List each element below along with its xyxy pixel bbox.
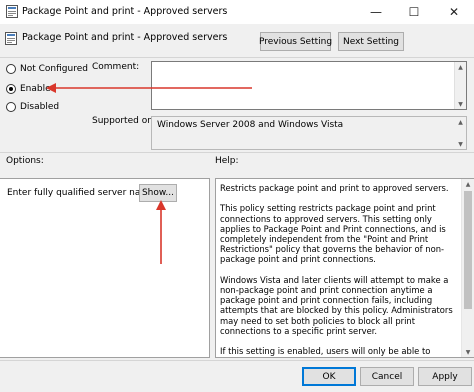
- help-scrollbar[interactable]: ▲ ▼: [461, 179, 474, 357]
- help-label: Help:: [215, 156, 239, 166]
- radio-circle[interactable]: [6, 64, 16, 74]
- supported-on-scrollbar[interactable]: ▲ ▼: [455, 117, 466, 149]
- policy-settings-icon: [5, 32, 17, 45]
- maximize-button[interactable]: ☐: [398, 0, 430, 24]
- radio-disabled[interactable]: Disabled: [6, 100, 59, 114]
- annotation-arrow-icon: [46, 83, 252, 93]
- policy-settings-icon: [6, 5, 18, 18]
- scroll-down-arrow-icon[interactable]: ▼: [462, 347, 474, 357]
- comment-label: Comment:: [92, 62, 140, 72]
- server-names-label: Enter fully qualified server names: [7, 188, 160, 198]
- comment-scrollbar[interactable]: ▲ ▼: [454, 62, 466, 109]
- options-panel: [0, 178, 210, 358]
- divider: [0, 360, 474, 361]
- radio-not-configured[interactable]: Not Configured: [6, 62, 88, 76]
- next-setting-button[interactable]: Next Setting: [338, 32, 404, 51]
- window-title: Package Point and print - Approved serve…: [22, 6, 228, 17]
- radio-label: Disabled: [20, 102, 60, 112]
- help-paragraph: Restricts package point and print to app…: [220, 183, 449, 193]
- previous-setting-button[interactable]: Previous Setting: [259, 32, 332, 51]
- divider: [0, 152, 474, 153]
- scroll-up-arrow-icon[interactable]: ▲: [455, 62, 466, 72]
- cancel-button[interactable]: Cancel: [360, 367, 414, 386]
- supported-on-field: Windows Server 2008 and Windows Vista ▲ …: [151, 116, 467, 150]
- scroll-up-arrow-icon[interactable]: ▲: [455, 117, 466, 127]
- scroll-down-arrow-icon[interactable]: ▼: [455, 99, 466, 109]
- help-panel: Restricts package point and print to app…: [215, 178, 474, 358]
- scroll-down-arrow-icon[interactable]: ▼: [455, 139, 466, 149]
- scrollbar-thumb[interactable]: [464, 191, 472, 309]
- radio-label: Not Configured: [20, 64, 88, 74]
- policy-name: Package Point and print - Approved serve…: [22, 32, 228, 43]
- radio-circle-selected[interactable]: [6, 84, 16, 94]
- help-text: Restricts package point and print to app…: [220, 183, 458, 357]
- help-paragraph: This policy setting restricts package po…: [220, 203, 446, 265]
- options-label: Options:: [6, 156, 44, 166]
- annotation-arrow-icon: [156, 200, 166, 264]
- close-button[interactable]: ✕: [438, 0, 470, 24]
- divider: [0, 57, 474, 58]
- ok-button[interactable]: OK: [302, 367, 356, 386]
- supported-on-label: Supported on:: [92, 116, 156, 126]
- scroll-up-arrow-icon[interactable]: ▲: [462, 179, 474, 189]
- apply-button[interactable]: Apply: [418, 367, 472, 386]
- supported-on-value: Windows Server 2008 and Windows Vista: [157, 120, 344, 130]
- help-paragraph: If this setting is enabled, users will o…: [220, 346, 442, 357]
- radio-circle[interactable]: [6, 102, 16, 112]
- minimize-button[interactable]: —: [360, 0, 392, 24]
- help-paragraph: Windows Vista and later clients will att…: [220, 274, 453, 336]
